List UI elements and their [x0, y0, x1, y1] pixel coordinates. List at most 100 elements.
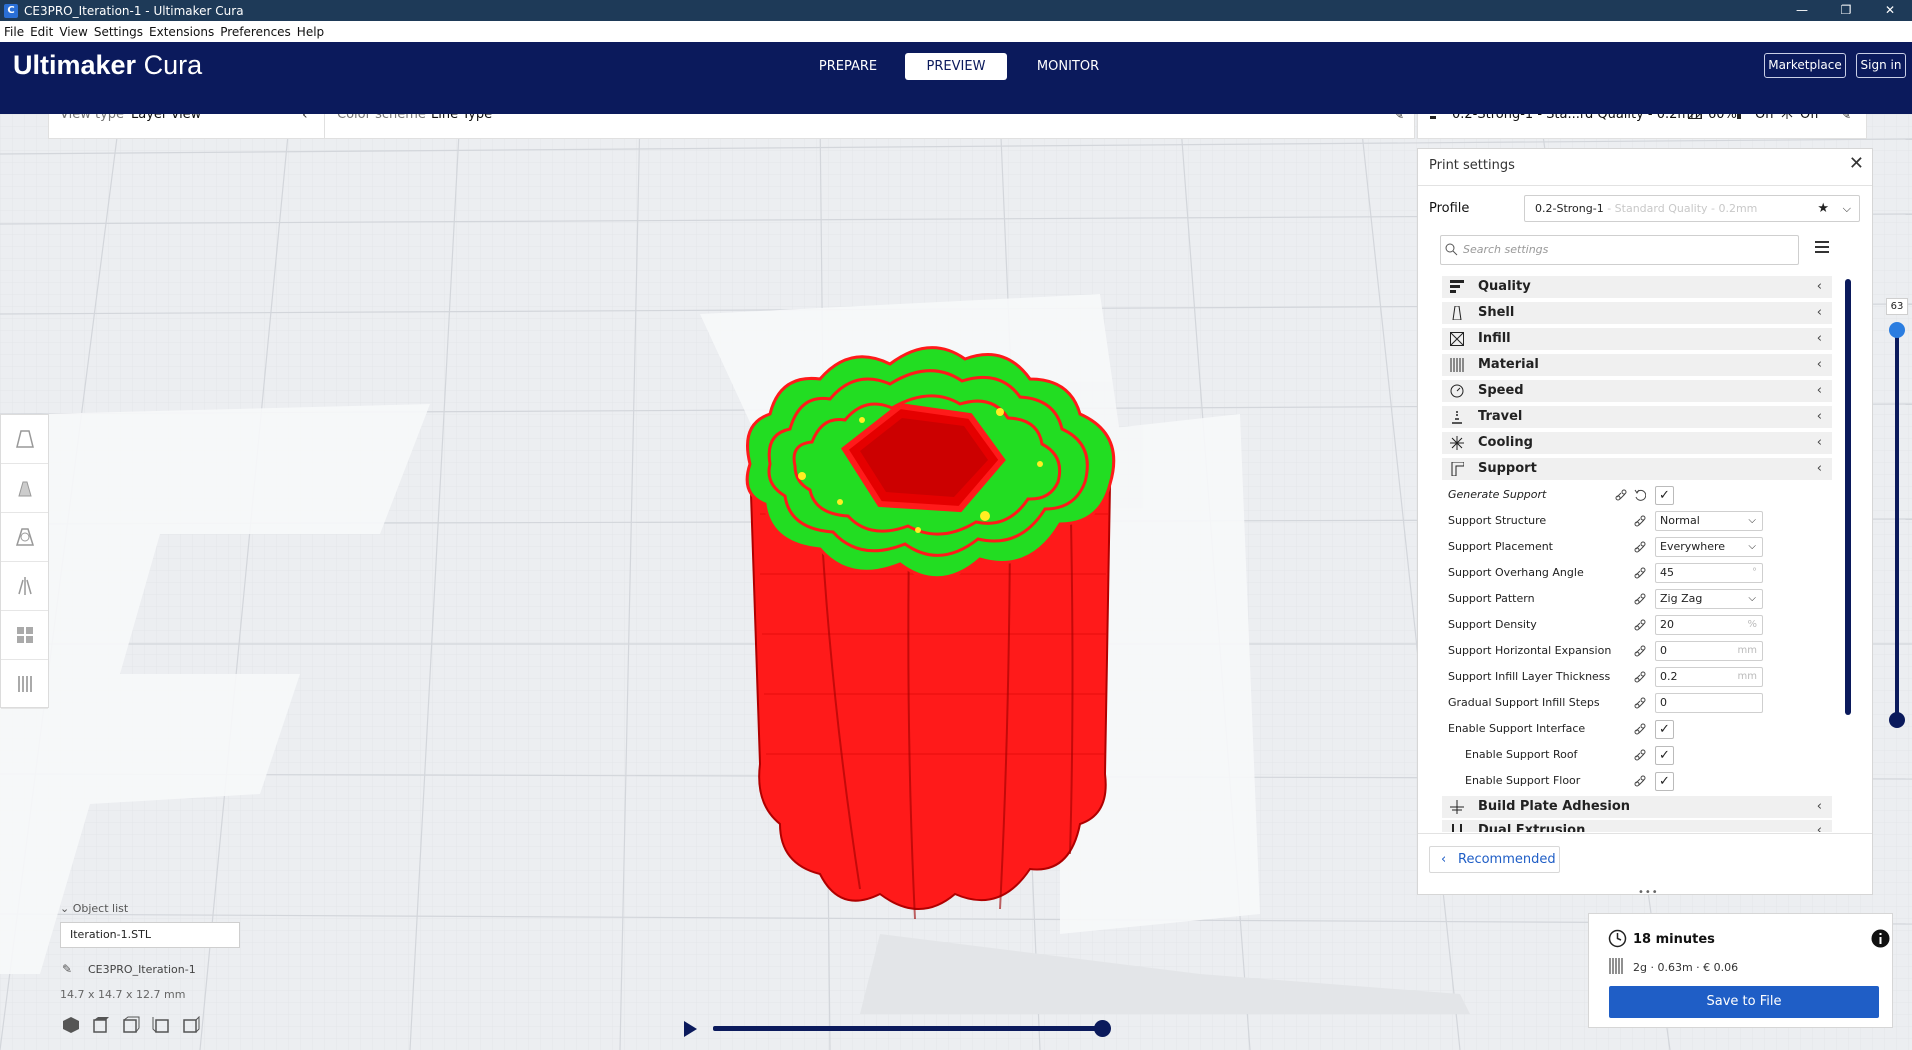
- layer-slider-track[interactable]: [1895, 330, 1899, 722]
- edit-pencil-icon[interactable]: ✎: [1841, 114, 1851, 122]
- resize-handle-icon[interactable]: •••: [1638, 887, 1659, 898]
- setting-support-infill-layer-thickness: Support Infill Layer Thickness 0.2 mm: [1442, 666, 1832, 688]
- support-roof-checkbox[interactable]: ✓: [1655, 746, 1674, 765]
- category-build-plate-adhesion[interactable]: Build Plate Adhesion ‹: [1442, 796, 1832, 818]
- path-slider-track[interactable]: [713, 1026, 1103, 1031]
- category-travel[interactable]: Travel ‹: [1442, 406, 1832, 428]
- view-type-dropdown[interactable]: Layer view: [131, 114, 201, 122]
- minimize-button[interactable]: —: [1780, 0, 1824, 21]
- close-window-button[interactable]: ✕: [1868, 0, 1912, 21]
- link-icon: [1634, 541, 1646, 553]
- object-list-toggle[interactable]: ⌄ Object list: [60, 902, 128, 915]
- tab-preview[interactable]: PREVIEW: [905, 53, 1007, 80]
- category-support[interactable]: Support ‹: [1442, 458, 1832, 480]
- pencil-icon[interactable]: ✎: [62, 962, 72, 976]
- menu-preferences[interactable]: Preferences: [220, 25, 291, 39]
- right-view-cube-icon[interactable]: [182, 1016, 200, 1034]
- menu-extensions[interactable]: Extensions: [149, 25, 214, 39]
- profile-selector[interactable]: 0.2-Strong-1 - Standard Quality - 0.2mm …: [1524, 195, 1860, 222]
- category-material[interactable]: Material ‹: [1442, 354, 1832, 376]
- marketplace-button[interactable]: Marketplace: [1764, 53, 1846, 78]
- collapse-icon[interactable]: ‹: [302, 114, 308, 123]
- category-dual-extrusion[interactable]: Dual Extrusion ‹: [1442, 820, 1832, 832]
- menu-help[interactable]: Help: [297, 25, 324, 39]
- star-icon[interactable]: ★: [1817, 196, 1829, 221]
- support-icon: [1735, 114, 1749, 123]
- settings-scrollbar[interactable]: [1845, 279, 1851, 715]
- front-view-cube-icon[interactable]: [92, 1016, 110, 1034]
- close-icon[interactable]: ✕: [1849, 153, 1864, 174]
- edit-pencil-icon[interactable]: ✎: [1394, 114, 1404, 122]
- menu-edit[interactable]: Edit: [30, 25, 53, 39]
- reset-icon[interactable]: [1634, 489, 1646, 501]
- select-value: Everywhere: [1660, 540, 1726, 553]
- category-cooling[interactable]: Cooling ‹: [1442, 432, 1832, 454]
- category-label: Shell: [1478, 305, 1515, 320]
- support-interface-checkbox[interactable]: ✓: [1655, 720, 1674, 739]
- infill-layer-thickness-input[interactable]: 0.2 mm: [1655, 667, 1763, 687]
- top-view-cube-icon[interactable]: [122, 1016, 140, 1034]
- support-floor-checkbox[interactable]: ✓: [1655, 772, 1674, 791]
- sign-in-button[interactable]: Sign in: [1856, 53, 1906, 78]
- restore-button[interactable]: ❐: [1824, 0, 1868, 21]
- play-icon[interactable]: [682, 1020, 698, 1038]
- horizontal-expansion-input[interactable]: 0 mm: [1655, 641, 1763, 661]
- travel-icon: [1452, 411, 1462, 424]
- search-input[interactable]: Search settings: [1440, 235, 1799, 265]
- layer-preview-model: [745, 346, 1116, 920]
- panel-title: Print settings: [1429, 158, 1515, 173]
- category-speed[interactable]: Speed ‹: [1442, 380, 1832, 402]
- rotate-tool[interactable]: [1, 513, 48, 562]
- cura-app-icon: C: [4, 3, 18, 18]
- tab-monitor[interactable]: MONITOR: [1026, 53, 1110, 80]
- link-icon: [1634, 723, 1646, 735]
- color-scheme-dropdown[interactable]: Line Type: [431, 114, 492, 122]
- mirror-tool[interactable]: [1, 562, 48, 611]
- support-placement-select[interactable]: Everywhere ⌵: [1655, 537, 1763, 557]
- menu-view[interactable]: View: [59, 25, 87, 39]
- move-tool[interactable]: [1, 415, 48, 464]
- overhang-angle-input[interactable]: 45 °: [1655, 563, 1763, 583]
- generate-support-checkbox[interactable]: ✓: [1655, 486, 1674, 505]
- print-settings-panel: Print settings ✕ Profile 0.2-Strong-1 - …: [1417, 148, 1873, 898]
- gradual-steps-input[interactable]: 0: [1655, 693, 1763, 713]
- job-name[interactable]: CE3PRO_Iteration-1: [88, 963, 196, 976]
- scale-tool[interactable]: [1, 464, 48, 513]
- setting-support-overhang-angle: Support Overhang Angle 45 °: [1442, 562, 1832, 584]
- save-to-file-button[interactable]: Save to File: [1609, 986, 1879, 1018]
- info-icon[interactable]: [1871, 929, 1890, 948]
- chevron-left-icon: ‹: [1816, 331, 1822, 346]
- support-blocker-tool[interactable]: [1, 660, 48, 709]
- fan-icon: [1450, 436, 1464, 450]
- object-list-label: Object list: [72, 902, 129, 915]
- recommended-button[interactable]: ‹ Recommended: [1429, 846, 1560, 873]
- menu-file[interactable]: File: [4, 25, 24, 39]
- view-type-label: View type: [60, 114, 125, 122]
- left-view-cube-icon[interactable]: [152, 1016, 170, 1034]
- adhesion-summary: Off: [1800, 114, 1820, 122]
- 3d-view-cube-icon[interactable]: [62, 1016, 80, 1034]
- category-label: Cooling: [1478, 435, 1533, 450]
- category-label: Dual Extrusion: [1478, 823, 1586, 832]
- field-value: 0: [1660, 696, 1667, 709]
- view-type-panel: View type Layer view ‹ Color scheme Line…: [48, 114, 1415, 139]
- support-structure-select[interactable]: Normal ⌵: [1655, 511, 1763, 531]
- layer-slider-bottom-handle[interactable]: [1889, 712, 1905, 728]
- category-shell[interactable]: Shell ‹: [1442, 302, 1832, 324]
- layer-number-input[interactable]: 63: [1886, 298, 1908, 315]
- support-pattern-select[interactable]: Zig Zag ⌵: [1655, 589, 1763, 609]
- settings-menu-icon[interactable]: [1815, 241, 1829, 256]
- path-slider-handle[interactable]: [1094, 1020, 1111, 1037]
- category-infill[interactable]: Infill ‹: [1442, 328, 1832, 350]
- object-list-item[interactable]: Iteration-1.STL: [60, 922, 240, 948]
- tab-prepare[interactable]: PREPARE: [808, 53, 888, 80]
- menu-settings[interactable]: Settings: [94, 25, 143, 39]
- support-density-input[interactable]: 20%: [1655, 615, 1763, 635]
- category-label: Quality: [1478, 279, 1531, 294]
- print-setup-summary[interactable]: 0.2-Strong-1 - Sta...rd Quality - 0.2mm …: [1417, 114, 1867, 139]
- category-quality[interactable]: Quality ‹: [1442, 276, 1832, 298]
- category-label: Infill: [1478, 331, 1511, 346]
- layer-slider-top-handle[interactable]: [1889, 322, 1905, 338]
- search-icon: [1445, 243, 1458, 256]
- per-model-settings-tool[interactable]: [1, 611, 48, 660]
